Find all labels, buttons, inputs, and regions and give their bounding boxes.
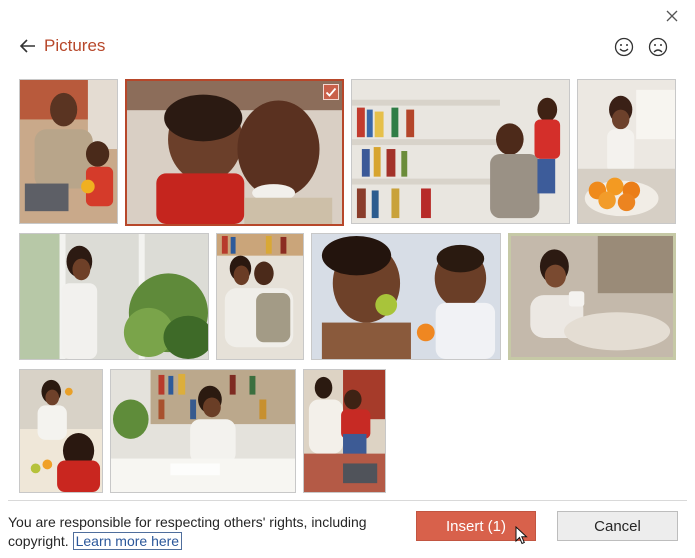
frown-icon — [648, 37, 668, 57]
picture-thumbnail[interactable] — [303, 369, 386, 493]
picture-thumbnail[interactable] — [311, 233, 501, 360]
copyright-notice-text: You are responsible for respecting other… — [8, 514, 367, 549]
photo-image — [20, 234, 208, 359]
close-icon — [666, 10, 678, 22]
photo-image — [20, 80, 117, 223]
frown-feedback-button[interactable] — [647, 36, 669, 58]
checkmark-icon — [323, 84, 339, 100]
back-button[interactable] — [18, 36, 38, 56]
picture-thumbnail[interactable] — [19, 233, 209, 360]
footer-divider — [8, 500, 687, 501]
photo-image — [127, 81, 342, 224]
mouse-cursor-icon — [515, 526, 528, 545]
photo-image — [304, 370, 385, 492]
smile-feedback-button[interactable] — [613, 36, 635, 58]
picture-thumbnail[interactable] — [19, 79, 118, 224]
photo-image — [20, 370, 102, 492]
photo-image — [511, 236, 673, 357]
photo-image — [312, 234, 500, 359]
picture-thumbnail[interactable] — [508, 233, 676, 360]
picture-thumbnail[interactable] — [351, 79, 570, 224]
arrow-left-icon — [19, 39, 35, 53]
picture-thumbnail[interactable] — [577, 79, 676, 224]
cancel-button[interactable]: Cancel — [557, 511, 678, 541]
picture-thumbnail-selected[interactable] — [125, 79, 344, 226]
picture-thumbnail[interactable] — [216, 233, 304, 360]
photo-image — [578, 80, 675, 223]
picture-thumbnail[interactable] — [19, 369, 103, 493]
picture-thumbnail[interactable] — [110, 369, 296, 493]
learn-more-link[interactable]: Learn more here — [72, 532, 183, 550]
copyright-notice: You are responsible for respecting other… — [8, 513, 398, 551]
photo-image — [217, 234, 303, 359]
smile-icon — [614, 37, 634, 57]
close-button[interactable] — [662, 6, 682, 26]
page-title: Pictures — [44, 36, 106, 55]
photo-image — [111, 370, 295, 492]
photo-image — [352, 80, 569, 223]
